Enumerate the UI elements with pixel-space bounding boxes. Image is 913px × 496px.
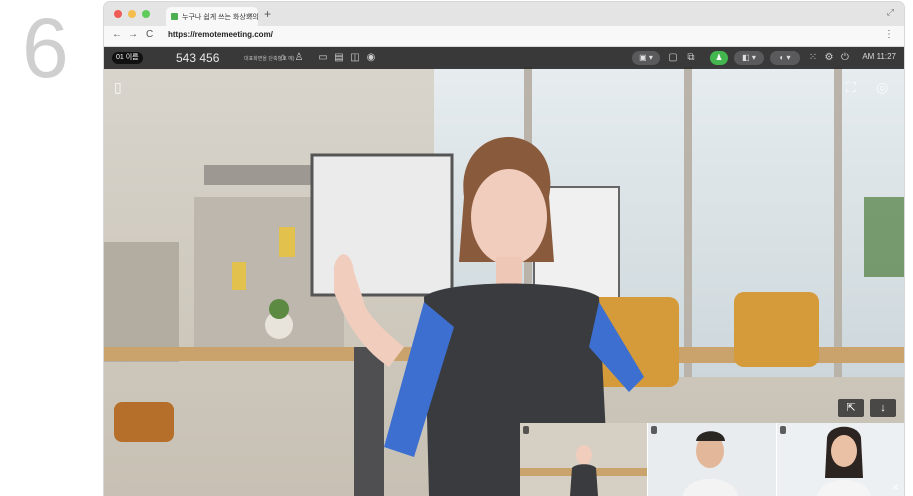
woman-thumbnail [776, 423, 904, 496]
chat-icon[interactable]: ▢ [666, 51, 680, 65]
user-icon[interactable]: ♙ [292, 51, 306, 65]
forward-button[interactable]: → [128, 29, 138, 40]
avatar-thumbnail [520, 423, 648, 496]
fullscreen-icon[interactable]: ⛶ [846, 79, 856, 96]
participant-count[interactable]: ♟ [710, 51, 728, 65]
reload-button[interactable]: C [146, 29, 153, 40]
minimize-window-button[interactable] [128, 10, 136, 18]
participant-tile-man[interactable] [648, 423, 776, 496]
maximize-window-button[interactable] [142, 10, 150, 18]
man-thumbnail [648, 423, 776, 496]
room-badge: 01 이름 [112, 52, 143, 64]
browser-menu-button[interactable]: ⋮ [884, 29, 894, 40]
microphone-dropdown[interactable]: ◐ ▾ [770, 51, 800, 65]
address-bar: ← → C https://remotemeeting.com/ ⋮ [104, 26, 904, 47]
step-number: 6 [22, 1, 69, 95]
browser-tab[interactable]: 누구나 쉽게 쓰는 화상회의 × [166, 7, 259, 26]
layout-dropdown[interactable]: ▣ ▾ [632, 51, 660, 65]
new-tab-button[interactable]: + [264, 7, 271, 21]
room-number: 543 456 [176, 51, 220, 65]
record-icon[interactable]: ◉ [364, 51, 378, 65]
screen-share-icon[interactable]: ▭ [316, 51, 330, 65]
url-field[interactable]: https://remotemeeting.com/ [168, 30, 273, 39]
whiteboard-icon[interactable]: ◫ [348, 51, 362, 65]
clock: AM 11:27 [862, 52, 896, 61]
exit-icon[interactable]: ⏻ [838, 51, 852, 65]
participants-icon[interactable]: ⧉ [684, 51, 698, 65]
settings-icon[interactable]: ⚙ [822, 51, 836, 65]
tab-title: 누구나 쉽게 쓰는 화상회의 [182, 14, 259, 21]
participant-tile-woman[interactable]: ✕ [776, 423, 904, 496]
participant-tile-avatar[interactable] [520, 423, 648, 496]
clipboard-icon[interactable]: ▯ [114, 79, 122, 96]
meeting-viewport: 01 이름 543 456 대표화면을 단축번호 예) ⌂ ♙ ▭ ▤ ◫ ◉ … [104, 47, 904, 496]
participant-label [523, 426, 529, 434]
back-button[interactable]: ← [112, 29, 122, 40]
participant-label [779, 426, 786, 434]
participant-label [651, 426, 658, 434]
search-icon[interactable]: ◎ [876, 79, 888, 96]
close-window-button[interactable] [114, 10, 122, 18]
lock-icon[interactable]: ⌂ [276, 51, 290, 65]
document-icon[interactable]: ▤ [332, 51, 346, 65]
muted-microphone-icon: ✕ [892, 483, 899, 492]
browser-window: 누구나 쉽게 쓰는 화상회의 × + ⤢ ← → C https://remot… [104, 2, 904, 496]
share-button[interactable]: ⇱ [838, 399, 864, 417]
collapse-icon[interactable]: ⤢ [887, 7, 894, 18]
tab-close-button[interactable]: × [248, 11, 253, 20]
participant-strip: ✕ [520, 423, 904, 496]
meeting-toolbar: 01 이름 543 456 대표화면을 단축번호 예) ⌂ ♙ ▭ ▤ ◫ ◉ … [104, 47, 904, 69]
tab-strip: 누구나 쉽게 쓰는 화상회의 × + ⤢ [104, 2, 904, 26]
favicon-icon [171, 13, 178, 20]
grid-icon[interactable]: ⁙ [806, 51, 820, 65]
camera-dropdown[interactable]: ◧ ▾ [734, 51, 764, 65]
download-button[interactable]: ↓ [870, 399, 896, 417]
